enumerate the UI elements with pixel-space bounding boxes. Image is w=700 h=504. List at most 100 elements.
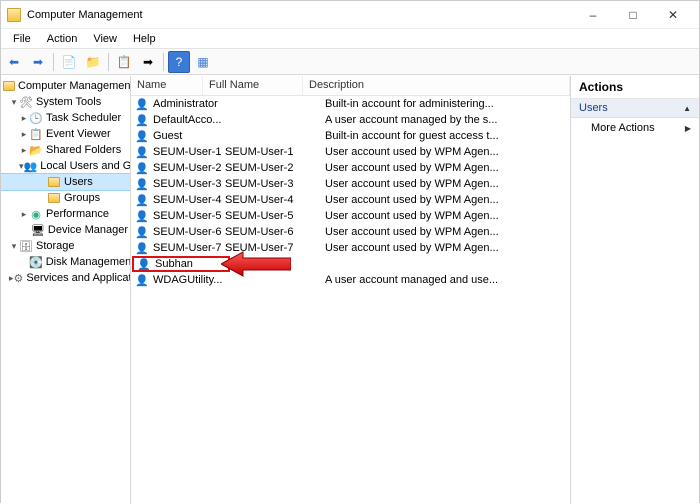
tree-groups[interactable]: Groups bbox=[1, 190, 130, 206]
user-row[interactable]: 👤DefaultAcco...A user account managed by… bbox=[131, 112, 570, 128]
user-row[interactable]: 👤SEUM-User-5SEUM-User-5User account used… bbox=[131, 208, 570, 224]
user-name: DefaultAcco... bbox=[153, 114, 225, 126]
chevron-down-icon[interactable]: ▾ bbox=[9, 97, 19, 108]
folder-icon[interactable]: 📁 bbox=[82, 51, 104, 73]
user-row[interactable]: 👤SEUM-User-2SEUM-User-2User account used… bbox=[131, 160, 570, 176]
tree-label: Services and Applications bbox=[26, 272, 131, 284]
device-icon: 🖥 bbox=[31, 223, 45, 237]
user-row[interactable]: 👤SEUM-User-1SEUM-User-1User account used… bbox=[131, 144, 570, 160]
chevron-right-icon[interactable]: ▸ bbox=[19, 129, 29, 140]
caret-up-icon: ▲ bbox=[683, 104, 691, 113]
chevron-right-icon[interactable]: ▸ bbox=[19, 113, 29, 124]
menu-view[interactable]: View bbox=[85, 31, 125, 47]
tree-pane[interactable]: Computer Management (Local ▾ 🛠 System To… bbox=[1, 76, 131, 504]
refresh-icon[interactable]: 📋 bbox=[113, 51, 135, 73]
user-row[interactable]: 👤SEUM-User-4SEUM-User-4User account used… bbox=[131, 192, 570, 208]
list-header: Name Full Name Description bbox=[131, 76, 570, 96]
tree-label: System Tools bbox=[36, 96, 101, 108]
tree-root[interactable]: Computer Management (Local bbox=[1, 78, 130, 94]
user-name: SEUM-User-7 bbox=[153, 242, 225, 254]
user-row[interactable]: 👤 Guest Built-in account for guest access … bbox=[131, 128, 570, 144]
user-icon: 👤 bbox=[135, 225, 149, 239]
tree-users[interactable]: Users bbox=[1, 174, 130, 190]
window-title: Computer Management bbox=[27, 9, 143, 21]
chevron-right-icon[interactable]: ▸ bbox=[19, 209, 29, 220]
share-icon: 📂 bbox=[29, 143, 43, 157]
close-button[interactable]: ✕ bbox=[653, 1, 693, 29]
up-icon[interactable]: 📄 bbox=[58, 51, 80, 73]
list-pane: Name Full Name Description 👤Administrato… bbox=[131, 76, 571, 504]
user-icon: 👤 bbox=[135, 145, 149, 159]
export-icon[interactable]: ➡ bbox=[137, 51, 159, 73]
user-name: SEUM-User-3 bbox=[153, 178, 225, 190]
tree-services-apps[interactable]: ▸ ⚙ Services and Applications bbox=[1, 270, 130, 286]
actions-item-label: More Actions bbox=[591, 122, 655, 134]
chevron-right-icon[interactable]: ▸ bbox=[19, 145, 29, 156]
caret-right-icon: ▶ bbox=[685, 124, 691, 133]
column-description[interactable]: Description bbox=[303, 76, 570, 95]
tree-disk-management[interactable]: 💽 Disk Management bbox=[1, 254, 130, 270]
user-icon: 👤 bbox=[135, 273, 149, 287]
tree-event-viewer[interactable]: ▸ 📋 Event Viewer bbox=[1, 126, 130, 142]
tree-label: Groups bbox=[64, 192, 100, 204]
user-icon: 👤 bbox=[135, 97, 149, 111]
chevron-down-icon[interactable]: ▾ bbox=[9, 241, 19, 252]
user-name: SEUM-User-1 bbox=[153, 146, 225, 158]
tree-performance[interactable]: ▸ ◉ Performance bbox=[1, 206, 130, 222]
minimize-button[interactable]: – bbox=[573, 1, 613, 29]
user-description: User account used by WPM Agen... bbox=[325, 226, 568, 238]
maximize-button[interactable]: □ bbox=[613, 1, 653, 29]
user-icon: 👤 bbox=[137, 257, 151, 271]
help-icon[interactable]: ? bbox=[168, 51, 190, 73]
user-icon: 👤 bbox=[135, 241, 149, 255]
user-name: SEUM-User-2 bbox=[153, 162, 225, 174]
user-row[interactable]: 👤SEUM-User-7SEUM-User-7User account used… bbox=[131, 240, 570, 256]
user-description: Built-in account for guest access t... bbox=[325, 130, 568, 142]
menu-help[interactable]: Help bbox=[125, 31, 164, 47]
tree-task-scheduler[interactable]: ▸ 🕒 Task Scheduler bbox=[1, 110, 130, 126]
event-icon: 📋 bbox=[29, 127, 43, 141]
user-icon: 👤 bbox=[135, 161, 149, 175]
tree-label: Device Manager bbox=[48, 224, 128, 236]
tree-label: Storage bbox=[36, 240, 75, 252]
tree-local-users-groups[interactable]: ▾ 👥 Local Users and Groups bbox=[1, 158, 130, 174]
actions-section-label: Users bbox=[579, 102, 608, 114]
actions-section-users[interactable]: Users ▲ bbox=[571, 99, 699, 118]
user-description: User account used by WPM Agen... bbox=[325, 178, 568, 190]
menu-file[interactable]: File bbox=[5, 31, 39, 47]
user-row[interactable]: 👤SEUM-User-3SEUM-User-3User account used… bbox=[131, 176, 570, 192]
tree-device-manager[interactable]: 🖥 Device Manager bbox=[1, 222, 130, 238]
tree-system-tools[interactable]: ▾ 🛠 System Tools bbox=[1, 94, 130, 110]
back-icon[interactable]: ⬅ bbox=[3, 51, 25, 73]
tile-icon[interactable]: ▦ bbox=[192, 51, 214, 73]
forward-icon[interactable]: ➡ bbox=[27, 51, 49, 73]
tree-label: Users bbox=[64, 176, 93, 188]
user-row[interactable]: 👤AdministratorBuilt-in account for admin… bbox=[131, 96, 570, 112]
user-row[interactable]: 👤Subhan bbox=[131, 256, 570, 272]
user-full-name: SEUM-User-6 bbox=[225, 226, 325, 238]
tree-label: Shared Folders bbox=[46, 144, 121, 156]
tools-icon: 🛠 bbox=[19, 95, 33, 109]
toolbar: ⬅ ➡ 📄 📁 📋 ➡ ? ▦ bbox=[1, 49, 699, 75]
user-description: User account used by WPM Agen... bbox=[325, 194, 568, 206]
services-icon: ⚙ bbox=[14, 271, 24, 285]
user-full-name: SEUM-User-4 bbox=[225, 194, 325, 206]
menubar: File Action View Help bbox=[1, 29, 699, 49]
column-name[interactable]: Name bbox=[131, 76, 203, 95]
user-name: Guest bbox=[153, 130, 225, 142]
user-row[interactable]: 👤SEUM-User-6SEUM-User-6User account used… bbox=[131, 224, 570, 240]
user-description: User account used by WPM Agen... bbox=[325, 146, 568, 158]
user-icon: 👤 bbox=[135, 129, 149, 143]
tree-storage[interactable]: ▾ 🗄 Storage bbox=[1, 238, 130, 254]
user-description: User account used by WPM Agen... bbox=[325, 242, 568, 254]
tree-label: Computer Management (Local bbox=[18, 80, 131, 92]
tree-shared-folders[interactable]: ▸ 📂 Shared Folders bbox=[1, 142, 130, 158]
actions-more-actions[interactable]: More Actions ▶ bbox=[571, 118, 699, 138]
column-full-name[interactable]: Full Name bbox=[203, 76, 303, 95]
user-row[interactable]: 👤WDAGUtility...A user account managed an… bbox=[131, 272, 570, 288]
user-icon: 👤 bbox=[135, 209, 149, 223]
user-description: Built-in account for administering... bbox=[325, 98, 568, 110]
user-full-name: SEUM-User-7 bbox=[225, 242, 325, 254]
menu-action[interactable]: Action bbox=[39, 31, 86, 47]
list-body[interactable]: 👤AdministratorBuilt-in account for admin… bbox=[131, 96, 570, 504]
